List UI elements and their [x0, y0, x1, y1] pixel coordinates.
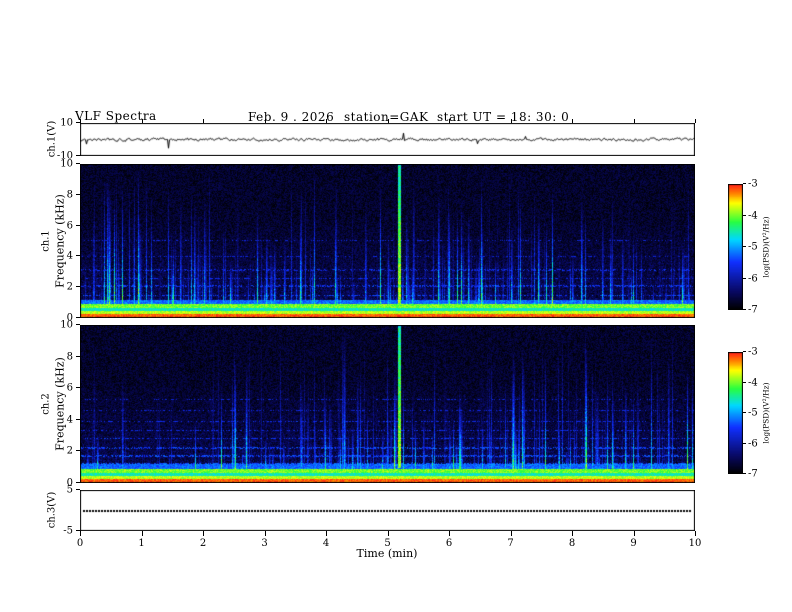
tick-mark: [511, 119, 512, 123]
tick-mark: [743, 412, 746, 413]
tick-mark: [743, 183, 746, 184]
y-tick-label: 10: [60, 158, 73, 170]
tick-mark: [511, 531, 512, 536]
y-tick-label: -5: [63, 525, 73, 537]
figure-title: VLF Spectra: [75, 109, 157, 123]
tick-mark: [326, 531, 327, 536]
tick-mark: [326, 119, 327, 123]
tick-mark: [76, 387, 80, 388]
x-tick-label: 0: [76, 538, 84, 549]
spec1-channel-label: ch.1: [40, 230, 52, 252]
colorbar-tick-label: -7: [748, 304, 758, 316]
colorbar-tick-label: -3: [748, 178, 758, 190]
vlf-spectra-figure: VLF Spectra Feb. 9 . 2026 station=GAK st…: [0, 0, 792, 612]
tick-mark: [142, 119, 143, 123]
x-tick-label: 7: [507, 538, 514, 549]
colorbar-tick-label: -6: [748, 273, 758, 284]
tick-mark: [634, 119, 635, 123]
tick-mark: [743, 351, 746, 352]
colorbar1-label: log(PSD)(V²/Hz): [761, 216, 771, 278]
tick-mark: [449, 119, 450, 123]
tick-mark: [388, 119, 389, 123]
spec2-frequency-axis-label: Frequency (kHz): [53, 357, 67, 451]
tick-mark: [76, 419, 80, 420]
tick-mark: [76, 450, 80, 451]
x-tick-label: 1: [138, 538, 145, 549]
tick-mark: [695, 531, 696, 536]
tick-mark: [695, 119, 696, 123]
tick-mark: [76, 356, 80, 357]
tick-mark: [80, 119, 81, 123]
colorbar-tick-label: -4: [748, 210, 758, 221]
ch2-spectrogram-canvas: [80, 325, 695, 483]
figure-start-ut: start UT = 18: 30: 0: [437, 110, 570, 124]
tick-mark: [743, 473, 746, 474]
tick-mark: [76, 324, 80, 325]
y-tick-label: 10: [60, 117, 73, 129]
colorbar-tick-label: -3: [748, 346, 758, 358]
tick-mark: [76, 317, 80, 318]
tick-mark: [743, 215, 746, 216]
x-tick-label: 4: [322, 538, 330, 549]
tick-mark: [634, 531, 635, 536]
colorbar-tick-label: -5: [748, 407, 758, 419]
tick-mark: [76, 155, 80, 156]
y-tick-label: 2: [66, 445, 73, 457]
x-tick-label: 8: [568, 538, 576, 549]
tick-mark: [76, 482, 80, 483]
colorbar2-canvas: [728, 352, 743, 474]
x-tick-label: 2: [199, 538, 207, 549]
tick-mark: [572, 119, 573, 123]
tick-mark: [76, 163, 80, 164]
tick-mark: [743, 278, 746, 279]
colorbar1-canvas: [728, 184, 743, 310]
tick-mark: [76, 489, 80, 490]
y-tick-label: 4: [66, 250, 73, 262]
y-tick-label: 6: [66, 220, 73, 232]
tick-mark: [265, 119, 266, 123]
tick-mark: [388, 531, 389, 536]
figure-date: Feb. 9 . 2026: [248, 110, 335, 124]
figure-station: station=GAK: [344, 110, 429, 124]
y-tick-label: 5: [66, 484, 73, 496]
x-tick-label: 9: [630, 538, 637, 549]
spec1-frequency-axis-label: Frequency (kHz): [53, 194, 67, 288]
tick-mark: [76, 225, 80, 226]
tick-mark: [449, 531, 450, 536]
x-tick-label: 5: [384, 538, 391, 549]
ch1-waveform-canvas: [80, 123, 695, 156]
ch1-voltage-axis-label: ch.1(V): [46, 120, 58, 158]
tick-mark: [743, 382, 746, 383]
colorbar-tick-label: -7: [748, 468, 758, 480]
ch1-spectrogram-canvas: [80, 164, 695, 318]
ch3-waveform-canvas: [80, 490, 695, 531]
tick-mark: [743, 443, 746, 444]
tick-mark: [76, 255, 80, 256]
tick-mark: [76, 194, 80, 195]
tick-mark: [80, 531, 81, 536]
y-tick-label: 2: [66, 281, 73, 293]
tick-mark: [265, 531, 266, 536]
tick-mark: [743, 246, 746, 247]
spec2-channel-label: ch.2: [40, 393, 52, 415]
x-tick-label: 10: [688, 538, 702, 549]
tick-mark: [743, 309, 746, 310]
y-tick-label: 4: [66, 414, 73, 426]
x-tick-label: 3: [261, 538, 268, 549]
tick-mark: [76, 286, 80, 287]
colorbar2-label: log(PSD)(V²/Hz): [761, 382, 771, 444]
tick-mark: [142, 531, 143, 536]
tick-mark: [203, 531, 204, 536]
y-tick-label: 6: [66, 382, 73, 394]
y-tick-label: 8: [66, 351, 73, 363]
colorbar-tick-label: -6: [748, 438, 758, 449]
x-tick-label: 6: [445, 538, 453, 549]
tick-mark: [203, 119, 204, 123]
y-tick-label: 10: [60, 319, 73, 331]
y-tick-label: 8: [66, 189, 73, 201]
ch3-voltage-axis-label: ch.3(V): [46, 491, 58, 529]
tick-mark: [572, 531, 573, 536]
colorbar-tick-label: -4: [748, 377, 758, 388]
colorbar-tick-label: -5: [748, 241, 758, 253]
